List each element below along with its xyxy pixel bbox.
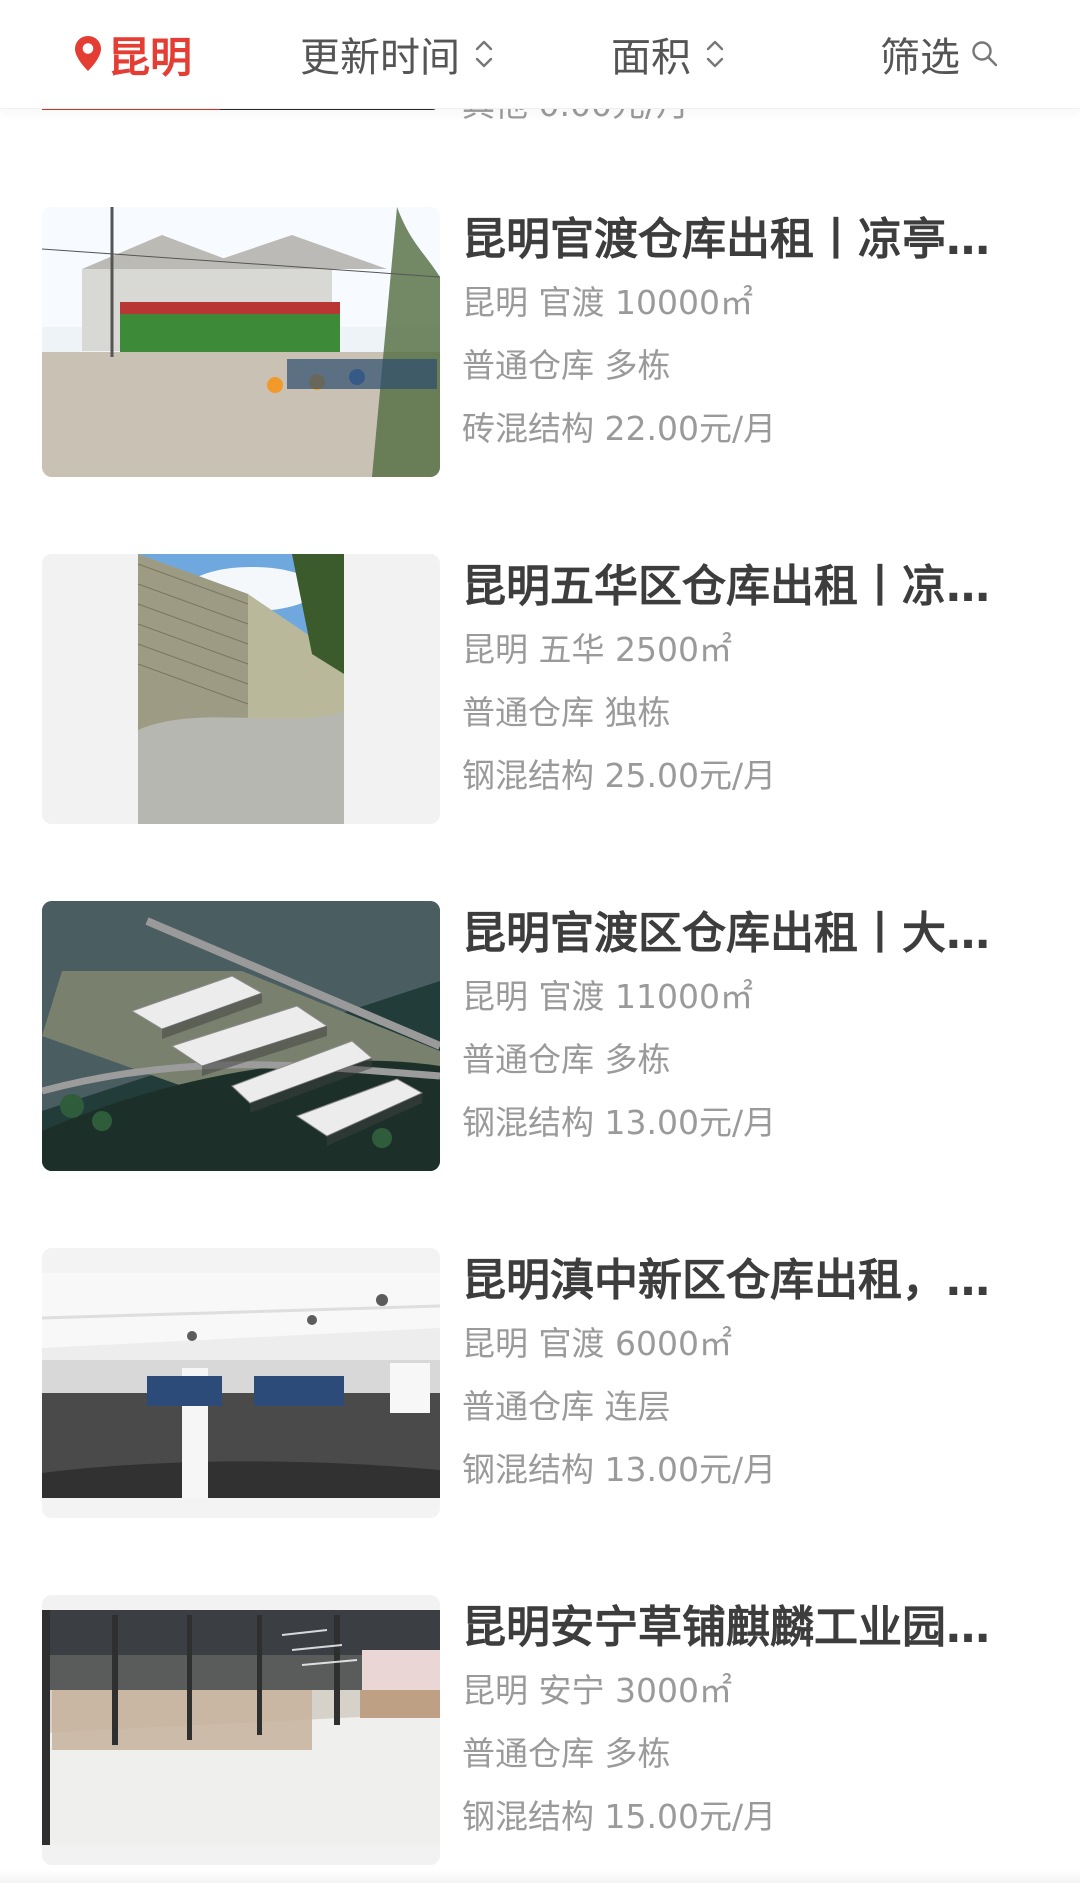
listing-type: 普通仓库 多栋 bbox=[462, 1040, 671, 1079]
listing-info: 昆明滇中新区仓库出租，… 昆明 官渡 6000㎡ 普通仓库 连层 钢混结构 13… bbox=[462, 1252, 1002, 1501]
sort-area-label: 面积 bbox=[611, 35, 691, 81]
filter-label: 筛选 bbox=[880, 35, 960, 81]
listing-card[interactable]: 昆明官渡仓库出租丨凉亭… 昆明 官渡 10000㎡ 普通仓库 多栋 砖混结构 2… bbox=[0, 197, 1080, 487]
listing-location-area: 昆明 官渡 10000㎡ bbox=[462, 283, 753, 322]
search-icon bbox=[972, 41, 998, 67]
listing-location-area: 昆明 官渡 6000㎡ bbox=[462, 1324, 732, 1363]
listing-title: 昆明安宁草铺麒麟工业园… bbox=[462, 1602, 990, 1653]
listing-location-area: 昆明 官渡 11000㎡ bbox=[462, 977, 753, 1016]
sort-area-button[interactable]: 面积 bbox=[611, 28, 729, 81]
listing-price: 钢混结构 13.00元/月 bbox=[462, 1450, 777, 1489]
listing-image bbox=[42, 1595, 440, 1865]
city-label: 昆明 bbox=[108, 32, 193, 82]
listing-price: 钢混结构 25.00元/月 bbox=[462, 756, 777, 795]
listing-card[interactable]: 昆明五华区仓库出租丨凉… 昆明 五华 2500㎡ 普通仓库 独栋 钢混结构 25… bbox=[0, 544, 1080, 834]
listing-info: 昆明官渡区仓库出租丨大… 昆明 官渡 11000㎡ 普通仓库 多栋 钢混结构 1… bbox=[462, 905, 1002, 1154]
sort-update-time-label: 更新时间 bbox=[300, 35, 460, 81]
listing-image bbox=[42, 901, 440, 1171]
listing-location-area: 昆明 安宁 3000㎡ bbox=[462, 1671, 732, 1710]
listing-title: 昆明官渡区仓库出租丨大… bbox=[462, 908, 990, 959]
listing-title: 昆明官渡仓库出租丨凉亭… bbox=[462, 214, 990, 265]
listing-card[interactable]: 昆明安宁草铺麒麟工业园… 昆明 安宁 3000㎡ 普通仓库 多栋 钢混结构 15… bbox=[0, 1585, 1080, 1875]
listing-type: 普通仓库 多栋 bbox=[462, 346, 671, 385]
listing-title: 昆明滇中新区仓库出租，… bbox=[462, 1255, 990, 1306]
sort-update-time-button[interactable]: 更新时间 bbox=[300, 28, 498, 81]
filter-bar: 昆明 更新时间 面积 筛选 bbox=[0, 0, 1080, 109]
bottom-edge bbox=[0, 1869, 1080, 1883]
listing-price: 钢混结构 15.00元/月 bbox=[462, 1797, 777, 1836]
filter-button[interactable]: 筛选 bbox=[880, 28, 1000, 81]
listing-info: 昆明五华区仓库出租丨凉… 昆明 五华 2500㎡ 普通仓库 独栋 钢混结构 25… bbox=[462, 558, 1002, 807]
listing-price: 钢混结构 13.00元/月 bbox=[462, 1103, 777, 1142]
listing-image bbox=[42, 207, 440, 477]
listing-image bbox=[42, 554, 440, 824]
sort-chevron-icon bbox=[475, 40, 493, 68]
listing-card[interactable]: 昆明官渡区仓库出租丨大… 昆明 官渡 11000㎡ 普通仓库 多栋 钢混结构 1… bbox=[0, 891, 1080, 1181]
listing-info: 昆明安宁草铺麒麟工业园… 昆明 安宁 3000㎡ 普通仓库 多栋 钢混结构 15… bbox=[462, 1599, 1002, 1848]
sort-chevron-icon bbox=[706, 40, 724, 68]
city-selector[interactable]: 昆明 bbox=[72, 28, 192, 82]
listing-location-area: 昆明 五华 2500㎡ bbox=[462, 630, 732, 669]
listing-type: 普通仓库 独栋 bbox=[462, 693, 671, 732]
listing-info: 昆明官渡仓库出租丨凉亭… 昆明 官渡 10000㎡ 普通仓库 多栋 砖混结构 2… bbox=[462, 211, 1002, 460]
listing-price: 砖混结构 22.00元/月 bbox=[462, 409, 777, 448]
location-pin-icon bbox=[75, 36, 101, 71]
listing-image bbox=[42, 1248, 440, 1518]
listing-type: 普通仓库 连层 bbox=[462, 1387, 671, 1426]
listing-title: 昆明五华区仓库出租丨凉… bbox=[462, 561, 990, 612]
listing-card[interactable]: 昆明滇中新区仓库出租，… 昆明 官渡 6000㎡ 普通仓库 连层 钢混结构 13… bbox=[0, 1238, 1080, 1528]
listing-type: 普通仓库 多栋 bbox=[462, 1734, 671, 1773]
